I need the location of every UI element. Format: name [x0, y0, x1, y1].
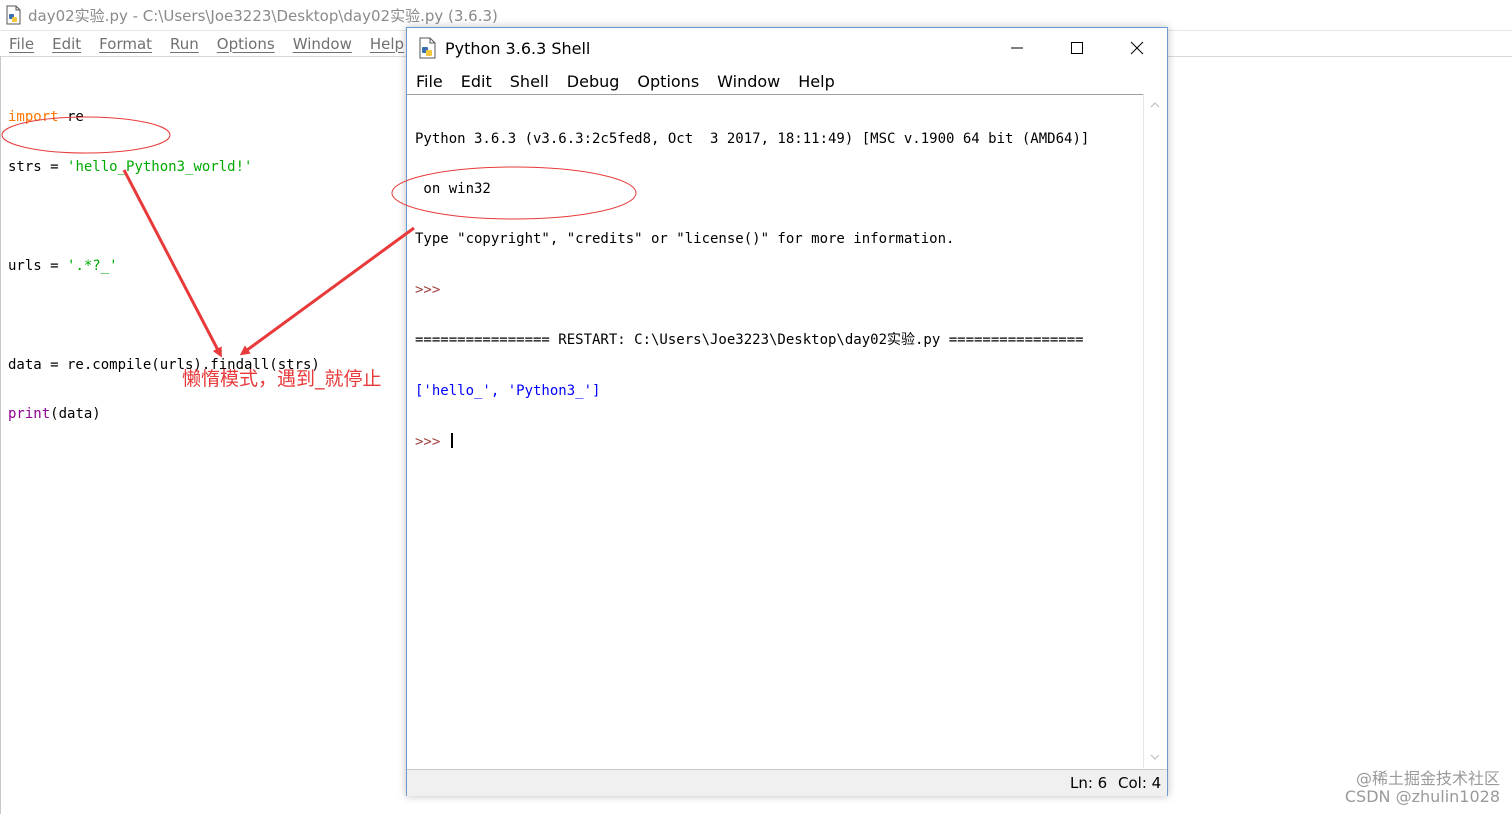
minimize-icon	[1011, 47, 1023, 49]
shell-restart-line: ================ RESTART: C:\Users\Joe32…	[415, 332, 1084, 349]
code-text: strs =	[8, 158, 68, 175]
shell-menu-help[interactable]: Help	[798, 72, 834, 91]
shell-banner-line: Type "copyright", "credits" or "license(…	[415, 231, 955, 248]
code-text: urls =	[8, 257, 68, 274]
close-button[interactable]	[1107, 28, 1167, 68]
annotation-label: 懒惰模式，遇到_就停止	[182, 368, 382, 390]
editor-menu-file[interactable]: File	[9, 35, 34, 53]
maximize-button[interactable]	[1047, 28, 1107, 68]
code-builtin: print	[8, 406, 51, 422]
shell-menubar: File Edit Shell Debug Options Window Hel…	[407, 68, 1167, 94]
shell-menu-options[interactable]: Options	[637, 72, 699, 91]
minimize-button[interactable]	[987, 28, 1047, 68]
shell-prompt-line: >>>	[415, 432, 1143, 450]
code-string: '.*?_'	[67, 257, 118, 274]
editor-menu-run[interactable]: Run	[170, 35, 199, 53]
shell-output: Python 3.6.3 (v3.6.3:2c5fed8, Oct 3 2017…	[415, 97, 1143, 483]
shell-menu-window[interactable]: Window	[717, 72, 780, 91]
scroll-down-button[interactable]	[1144, 748, 1166, 766]
shell-menu-debug[interactable]: Debug	[567, 72, 620, 91]
editor-menu-edit[interactable]: Edit	[52, 35, 81, 53]
editor-menu-format[interactable]: Format	[99, 35, 152, 53]
python-file-icon	[6, 5, 21, 25]
code-line-2: strs = 'hello_Python3_world!'	[8, 159, 408, 176]
code-text: (data)	[50, 406, 101, 422]
editor-left-border	[0, 56, 1, 814]
shell-banner-line: on win32	[415, 180, 491, 197]
code-string: 'hello_Python3_world!'	[67, 158, 253, 175]
watermark-line-2: CSDN @zhulin1028	[1344, 787, 1500, 806]
code-line-1: import re	[8, 109, 408, 126]
code-keyword: import	[8, 109, 59, 125]
shell-prompt-line: >>>	[415, 282, 1143, 299]
editor-menu-window[interactable]: Window	[293, 35, 352, 53]
chevron-down-icon	[1150, 754, 1160, 760]
text-cursor	[450, 432, 453, 448]
shell-menu-file[interactable]: File	[416, 72, 443, 91]
status-line-number: Ln: 6	[1070, 774, 1108, 792]
close-icon	[1130, 41, 1144, 55]
editor-menu-help[interactable]: Help	[370, 35, 404, 53]
shell-prompt: >>>	[415, 281, 449, 298]
watermark-line-1: @稀土掘金技术社区	[1355, 769, 1500, 788]
shell-titlebar[interactable]: Python 3.6.3 Shell	[407, 28, 1167, 68]
code-line-4: urls = '.*?_'	[8, 258, 408, 275]
shell-menu-edit[interactable]: Edit	[461, 72, 492, 91]
shell-window-title: Python 3.6.3 Shell	[445, 38, 591, 58]
editor-window-title: day02实验.py - C:\Users\Joe3223\Desktop\da…	[28, 6, 498, 25]
python-shell-icon	[419, 37, 436, 59]
chevron-up-icon	[1150, 102, 1160, 108]
python-shell-window: Python 3.6.3 Shell File Edit Shell Debug…	[406, 27, 1168, 796]
code-line-7: print(data)	[8, 406, 408, 423]
shell-text-area[interactable]: Python 3.6.3 (v3.6.3:2c5fed8, Oct 3 2017…	[407, 94, 1143, 769]
maximize-icon	[1071, 42, 1083, 54]
watermark: @稀土掘金技术社区 CSDN @zhulin1028	[1345, 770, 1500, 806]
shell-menu-shell[interactable]: Shell	[510, 72, 549, 91]
shell-vertical-scrollbar[interactable]	[1143, 94, 1166, 768]
code-text: re	[58, 109, 84, 125]
shell-prompt: >>>	[415, 433, 449, 450]
shell-result: ['hello_', 'Python3_']	[415, 382, 601, 399]
shell-statusbar: Ln: 6 Col: 4	[407, 769, 1167, 796]
status-column-number: Col: 4	[1118, 774, 1162, 792]
shell-banner-line: Python 3.6.3 (v3.6.3:2c5fed8, Oct 3 2017…	[415, 130, 1090, 147]
shell-output-line: ['hello_', 'Python3_']	[415, 383, 1143, 400]
editor-menu-options[interactable]: Options	[217, 35, 275, 53]
scroll-up-button[interactable]	[1144, 96, 1166, 114]
